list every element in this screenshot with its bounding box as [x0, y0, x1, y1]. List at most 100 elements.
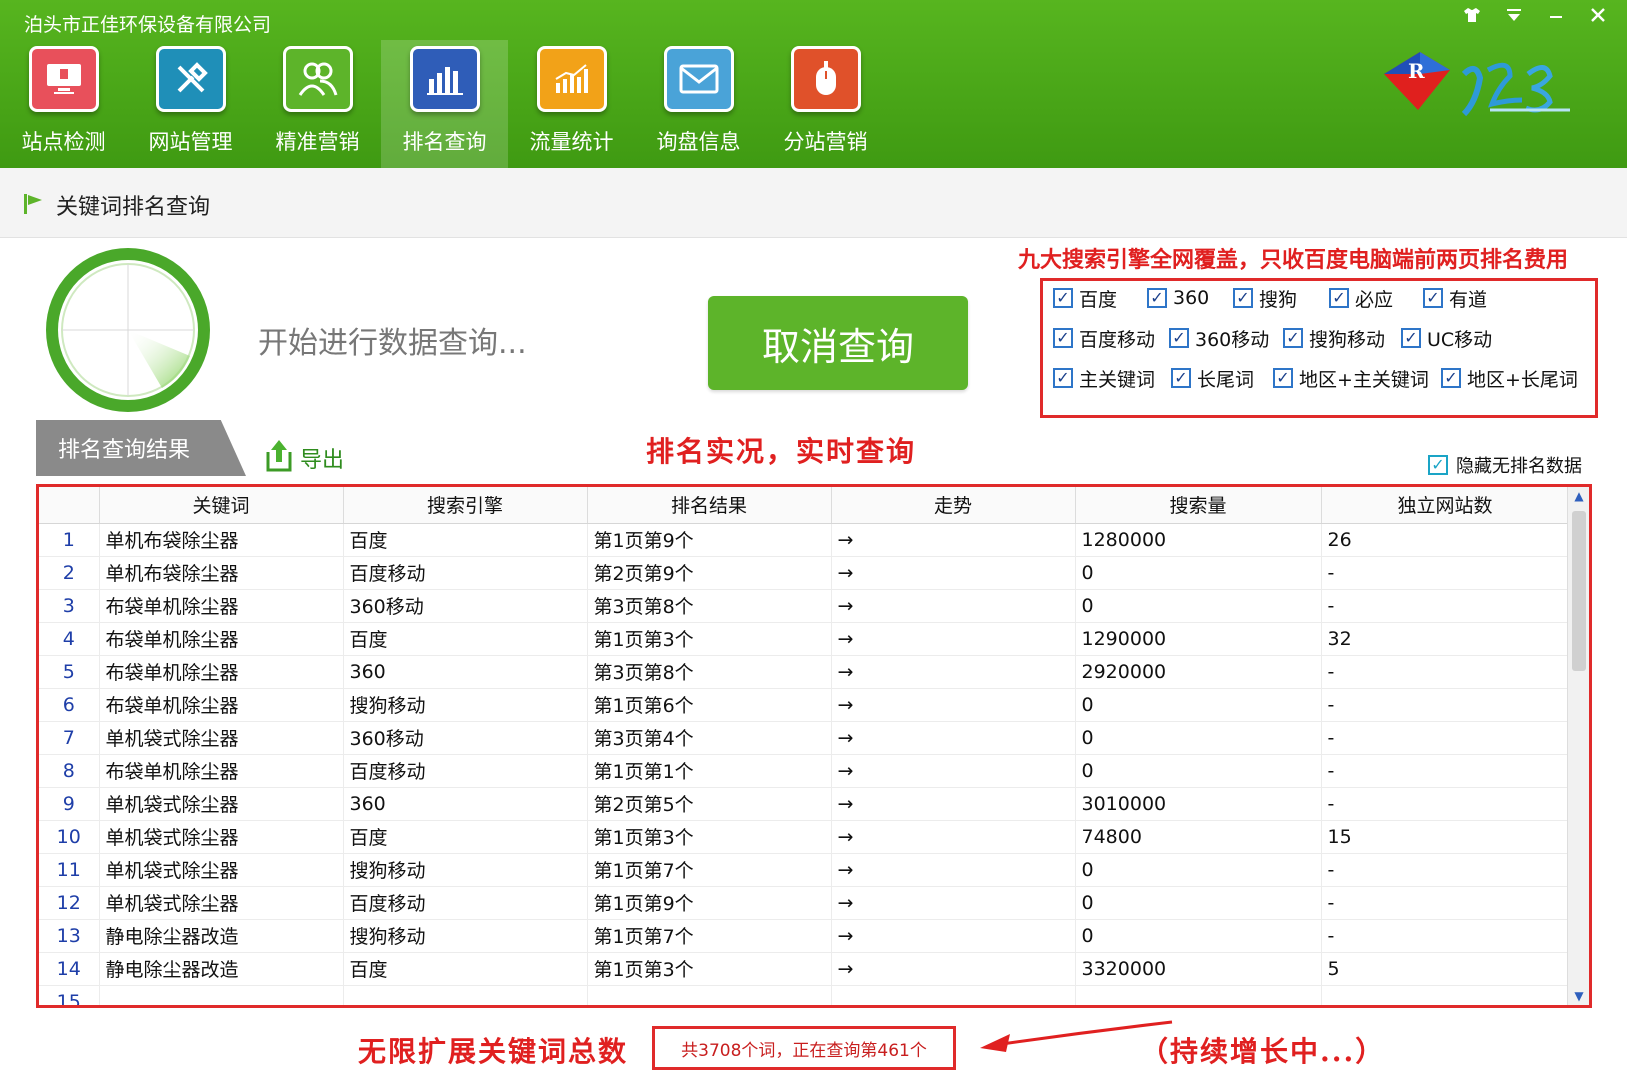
- column-header[interactable]: 搜索量: [1075, 487, 1322, 524]
- column-header[interactable]: 走势: [831, 487, 1076, 524]
- column-header[interactable]: 关键词: [99, 487, 344, 524]
- table-row[interactable]: 7 单机袋式除尘器 360移动 第3页第4个 → 0-: [39, 721, 1570, 755]
- column-header[interactable]: 搜索引擎: [343, 487, 588, 524]
- table-cell: 5: [39, 655, 100, 689]
- engine-option[interactable]: ✓ 百度移动: [1053, 323, 1155, 353]
- table-cell: 布袋单机除尘器: [99, 655, 344, 689]
- table-row[interactable]: 8 布袋单机除尘器 百度移动 第1页第1个 → 0-: [39, 754, 1570, 788]
- cancel-query-button[interactable]: 取消查询: [708, 296, 968, 390]
- scroll-up-icon[interactable]: ▲: [1568, 487, 1589, 505]
- table-row[interactable]: 10 单机袋式除尘器 百度 第1页第3个 → 74800 15: [39, 820, 1570, 854]
- engine-option[interactable]: ✓ 有道: [1423, 283, 1487, 313]
- table-cell: →: [831, 952, 1076, 986]
- page-title: 关键词排名查询: [56, 195, 211, 220]
- table-cell: 百度移动: [343, 886, 588, 920]
- table-cell: 0: [1075, 721, 1322, 755]
- engine-checkbox[interactable]: ✓: [1053, 368, 1073, 388]
- unlimited-keywords-note: 无限扩展关键词总数: [358, 1035, 629, 1068]
- menu-dropdown-icon[interactable]: [1503, 4, 1525, 29]
- hide-empty-rankings-toggle[interactable]: ✓ 隐藏无排名数据: [1428, 452, 1582, 478]
- engine-checkbox[interactable]: ✓: [1053, 288, 1073, 308]
- engine-checkbox[interactable]: ✓: [1423, 288, 1443, 308]
- table-cell: 布袋单机除尘器: [99, 754, 344, 788]
- table-row[interactable]: 4 布袋单机除尘器 百度 第1页第3个 → 1290000 32: [39, 622, 1570, 656]
- engine-option[interactable]: ✓ 地区+长尾词: [1441, 363, 1578, 393]
- engine-option[interactable]: ✓ 360: [1147, 283, 1209, 313]
- engine-option[interactable]: ✓ 地区+主关键词: [1273, 363, 1429, 393]
- nav-item-mouse[interactable]: 分站营销: [762, 40, 889, 168]
- minimize-icon[interactable]: [1545, 4, 1567, 29]
- table-cell: 0: [1075, 688, 1322, 722]
- engine-checkbox[interactable]: ✓: [1053, 328, 1073, 348]
- export-button[interactable]: 导出: [264, 438, 344, 478]
- hide-empty-checkbox[interactable]: ✓: [1428, 455, 1448, 475]
- scroll-thumb[interactable]: [1572, 511, 1586, 671]
- nav-item-monitor[interactable]: 站点检测: [0, 40, 127, 168]
- engine-option[interactable]: ✓ UC移动: [1401, 323, 1492, 353]
- close-icon[interactable]: [1587, 4, 1609, 29]
- company-name: 泊头市正佳环保设备有限公司: [24, 14, 272, 36]
- nav-item-tools[interactable]: 网站管理: [127, 40, 254, 168]
- main-nav: 站点检测 网站管理 精准营销 排名查询 流量统计 询盘信息 分站营销: [0, 40, 889, 168]
- engine-label: 搜狗: [1259, 288, 1298, 311]
- table-cell: →: [831, 589, 1076, 623]
- table-row[interactable]: 9 单机袋式除尘器 360 第2页第5个 → 3010000-: [39, 787, 1570, 821]
- table-scrollbar[interactable]: ▲ ▼: [1567, 487, 1589, 1005]
- skin-icon[interactable]: [1461, 4, 1483, 29]
- engine-checkbox[interactable]: ✓: [1169, 328, 1189, 348]
- tools-icon: [155, 46, 226, 112]
- search-engine-options: ✓ 百度 ✓ 360 ✓ 搜狗 ✓ 必应 ✓ 有道 ✓ 百度移动 ✓ 360移动 ✓ 搜狗移动 ✓ UC移动 ✓ 主关…: [1040, 278, 1598, 418]
- table-row[interactable]: 1 单机布袋除尘器 百度 第1页第9个 → 1280000 26: [39, 523, 1570, 557]
- column-header[interactable]: 独立网站数: [1321, 487, 1570, 524]
- table-cell: →: [831, 655, 1076, 689]
- table-cell: 单机袋式除尘器: [99, 787, 344, 821]
- engine-option[interactable]: ✓ 长尾词: [1171, 363, 1254, 393]
- engine-checkbox[interactable]: ✓: [1233, 288, 1253, 308]
- engine-checkbox[interactable]: ✓: [1283, 328, 1303, 348]
- nav-item-growth-chart[interactable]: 流量统计: [508, 40, 635, 168]
- scroll-down-icon[interactable]: ▼: [1568, 987, 1589, 1005]
- growth-chart-icon: [536, 46, 607, 112]
- table-cell: 单机袋式除尘器: [99, 820, 344, 854]
- engine-checkbox[interactable]: ✓: [1401, 328, 1421, 348]
- table-cell: 7: [39, 721, 100, 755]
- table-cell: →: [831, 754, 1076, 788]
- engine-checkbox[interactable]: ✓: [1147, 288, 1167, 308]
- table-row[interactable]: 14 静电除尘器改造 百度 第1页第3个 → 3320000 5: [39, 952, 1570, 986]
- table-row[interactable]: 5 布袋单机除尘器 360 第3页第8个 → 2920000-: [39, 655, 1570, 689]
- table-row[interactable]: 15: [39, 985, 1570, 1005]
- engine-checkbox[interactable]: ✓: [1329, 288, 1349, 308]
- engine-checkbox[interactable]: ✓: [1273, 368, 1293, 388]
- table-row[interactable]: 6 布袋单机除尘器 搜狗移动 第1页第6个 → 0-: [39, 688, 1570, 722]
- engine-option[interactable]: ✓ 百度: [1053, 283, 1117, 313]
- engine-option[interactable]: ✓ 必应: [1329, 283, 1393, 313]
- table-cell: 8: [39, 754, 100, 788]
- engine-option[interactable]: ✓ 搜狗移动: [1283, 323, 1385, 353]
- engine-option[interactable]: ✓ 主关键词: [1053, 363, 1155, 393]
- column-header[interactable]: 排名结果: [587, 487, 832, 524]
- table-cell: -: [1321, 853, 1570, 887]
- tab-ranking-results[interactable]: 排名查询结果: [36, 420, 246, 476]
- engine-checkbox[interactable]: ✓: [1171, 368, 1191, 388]
- table-cell: →: [831, 622, 1076, 656]
- table-row[interactable]: 11 单机袋式除尘器 搜狗移动 第1页第7个 → 0-: [39, 853, 1570, 887]
- table-row[interactable]: 12 单机袋式除尘器 百度移动 第1页第9个 → 0-: [39, 886, 1570, 920]
- table-cell: 360: [343, 787, 588, 821]
- nav-item-bar-chart[interactable]: 排名查询: [381, 40, 508, 168]
- table-row[interactable]: 3 布袋单机除尘器 360移动 第3页第8个 → 0-: [39, 589, 1570, 623]
- engines-coverage-note: 九大搜索引擎全网覆盖，只收百度电脑端前两页排名费用: [1018, 247, 1569, 273]
- table-cell: -: [1321, 754, 1570, 788]
- nav-item-mail[interactable]: 询盘信息: [635, 40, 762, 168]
- table-row[interactable]: 13 静电除尘器改造 搜狗移动 第1页第7个 → 0-: [39, 919, 1570, 953]
- engine-option[interactable]: ✓ 360移动: [1169, 323, 1269, 353]
- table-cell: 15: [1321, 820, 1570, 854]
- engine-checkbox[interactable]: ✓: [1441, 368, 1461, 388]
- table-row[interactable]: 2 单机布袋除尘器 百度移动 第2页第9个 → 0-: [39, 556, 1570, 590]
- table-cell: 第1页第7个: [587, 853, 832, 887]
- table-cell: 0: [1075, 919, 1322, 953]
- brand-logo: R: [1380, 44, 1580, 124]
- nav-item-users[interactable]: 精准营销: [254, 40, 381, 168]
- engine-option[interactable]: ✓ 搜狗: [1233, 283, 1297, 313]
- engine-label: 搜狗移动: [1309, 328, 1386, 351]
- column-header[interactable]: [39, 487, 100, 524]
